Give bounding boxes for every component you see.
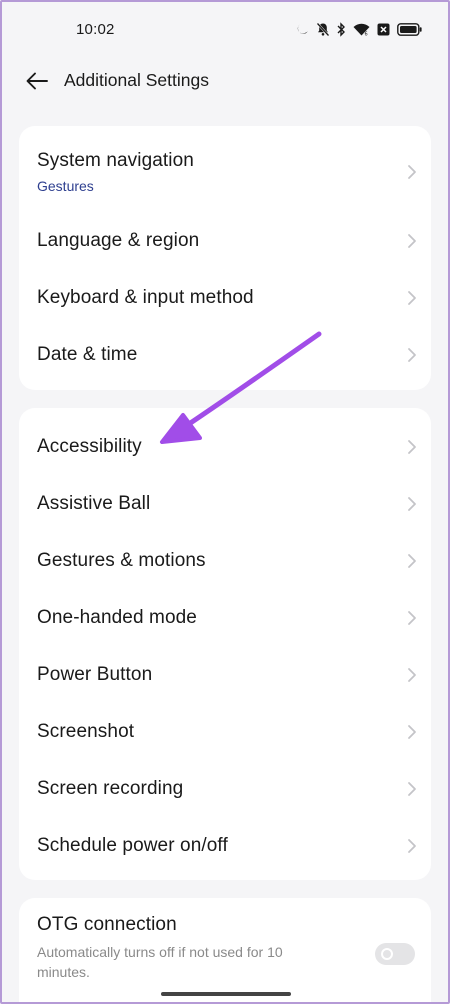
setting-one-handed-mode[interactable]: One-handed mode — [19, 589, 431, 646]
setting-gestures-motions[interactable]: Gestures & motions — [19, 532, 431, 589]
setting-label: Power Button — [37, 663, 153, 685]
wifi-icon: 6 — [353, 23, 370, 36]
setting-system-navigation[interactable]: System navigation Gestures — [19, 132, 431, 212]
chevron-right-icon — [408, 165, 416, 179]
setting-label: Accessibility — [37, 435, 142, 457]
setting-power-button[interactable]: Power Button — [19, 646, 431, 703]
settings-group-otg: OTG connection Automatically turns off i… — [19, 898, 431, 1002]
header: Additional Settings — [2, 58, 448, 106]
chevron-right-icon — [408, 610, 416, 625]
setting-screenshot[interactable]: Screenshot — [19, 703, 431, 760]
setting-label: Screenshot — [37, 720, 135, 742]
chevron-right-icon — [408, 496, 416, 511]
setting-label: OTG connection — [37, 914, 177, 935]
home-indicator[interactable] — [161, 992, 291, 996]
phone-screen: 10:02 6 Additional Settings System navig… — [0, 0, 450, 1004]
setting-label: Schedule power on/off — [37, 834, 228, 856]
chevron-right-icon — [408, 553, 416, 568]
svg-text:6: 6 — [365, 31, 368, 36]
arrow-left-icon — [26, 72, 48, 90]
status-bar: 10:02 6 — [2, 2, 448, 58]
moon-icon — [296, 23, 309, 36]
bell-off-icon — [316, 22, 330, 37]
setting-label: System navigation — [37, 150, 194, 171]
setting-language-region[interactable]: Language & region — [19, 212, 431, 269]
chevron-right-icon — [408, 724, 416, 739]
chevron-right-icon — [408, 347, 416, 362]
chevron-right-icon — [408, 838, 416, 853]
settings-group-system: Accessibility Assistive Ball Gestures & … — [19, 408, 431, 880]
setting-date-time[interactable]: Date & time — [19, 326, 431, 383]
setting-label: Screen recording — [37, 777, 184, 799]
settings-group-general: System navigation Gestures Language & re… — [19, 126, 431, 390]
setting-label: Assistive Ball — [37, 492, 151, 514]
setting-assistive-ball[interactable]: Assistive Ball — [19, 475, 431, 532]
otg-toggle[interactable] — [375, 943, 415, 965]
chevron-right-icon — [408, 439, 416, 454]
setting-label: One-handed mode — [37, 606, 197, 628]
page-title: Additional Settings — [64, 70, 209, 90]
chevron-right-icon — [408, 290, 416, 305]
status-icons: 6 — [296, 20, 422, 38]
battery-icon — [397, 22, 422, 36]
setting-description: Automatically turns off if not used for … — [37, 944, 283, 980]
chevron-right-icon — [408, 781, 416, 796]
chevron-right-icon — [408, 233, 416, 248]
setting-accessibility[interactable]: Accessibility — [19, 418, 431, 475]
setting-label: Date & time — [37, 343, 138, 365]
sim-x-icon — [377, 23, 390, 36]
setting-label: Language & region — [37, 229, 200, 251]
toggle-knob — [381, 948, 393, 960]
bluetooth-icon — [337, 21, 346, 37]
chevron-right-icon — [408, 667, 416, 682]
back-button[interactable] — [22, 68, 52, 94]
status-time: 10:02 — [76, 21, 115, 38]
setting-label: Keyboard & input method — [37, 286, 254, 308]
setting-keyboard-input[interactable]: Keyboard & input method — [19, 269, 431, 326]
setting-otg-connection[interactable]: OTG connection Automatically turns off i… — [19, 914, 431, 994]
setting-screen-recording[interactable]: Screen recording — [19, 760, 431, 817]
setting-label: Gestures & motions — [37, 549, 206, 571]
setting-schedule-power[interactable]: Schedule power on/off — [19, 817, 431, 874]
setting-value: Gestures — [37, 178, 94, 194]
